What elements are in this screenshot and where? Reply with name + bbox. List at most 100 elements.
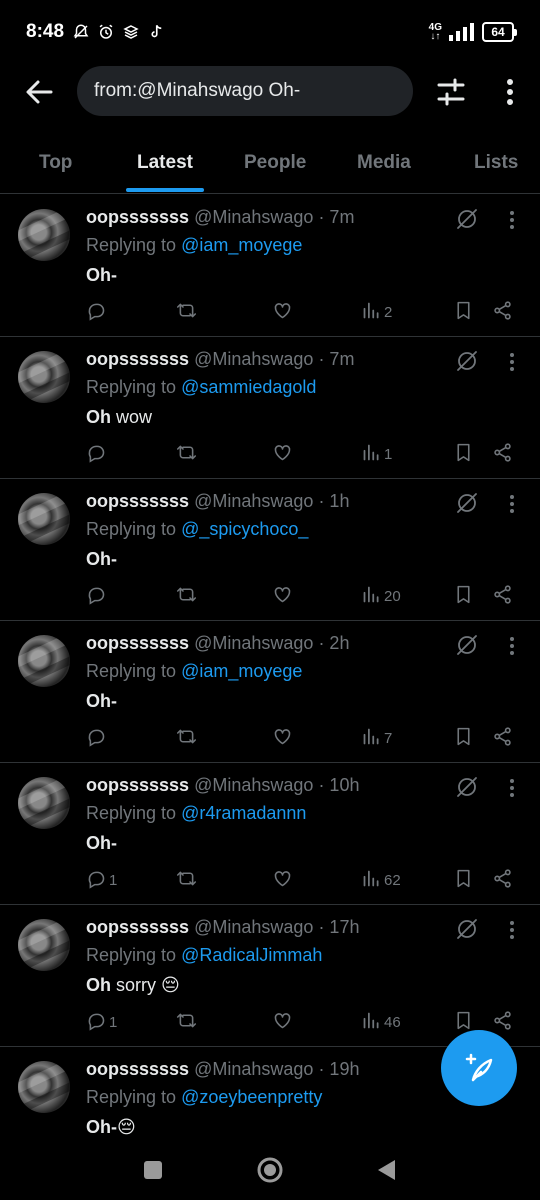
views-icon bbox=[361, 868, 382, 893]
grok-icon[interactable] bbox=[455, 491, 479, 515]
avatar[interactable] bbox=[18, 1061, 70, 1113]
tweet-more-icon[interactable] bbox=[506, 351, 518, 373]
avatar[interactable] bbox=[18, 493, 70, 545]
like-button[interactable] bbox=[272, 441, 293, 467]
tweet-more-icon[interactable] bbox=[506, 919, 518, 941]
reply-target-link[interactable]: @zoeybeenpretty bbox=[181, 1087, 322, 1107]
display-name[interactable]: oopsssssss bbox=[86, 207, 189, 227]
reply-icon bbox=[86, 300, 107, 325]
tab-people[interactable]: People bbox=[244, 152, 306, 174]
search-input[interactable]: from:@Minahswago Oh- bbox=[77, 66, 413, 116]
views-button[interactable]: 62 bbox=[361, 867, 401, 893]
display-name[interactable]: oopsssssss bbox=[86, 491, 189, 511]
reply-target-link[interactable]: @sammiedagold bbox=[181, 377, 316, 397]
share-button[interactable] bbox=[492, 867, 513, 893]
bookmark-button[interactable] bbox=[453, 441, 474, 467]
avatar[interactable] bbox=[18, 351, 70, 403]
like-button[interactable] bbox=[272, 299, 293, 325]
replying-to: Replying to @iam_moyege bbox=[86, 661, 303, 681]
retweet-button[interactable] bbox=[176, 1009, 197, 1035]
tweet-item[interactable]: oopsssssss @Minahswago · 7m Replying to … bbox=[0, 337, 540, 479]
reply-button[interactable]: 1 bbox=[86, 867, 117, 893]
grok-icon[interactable] bbox=[455, 775, 479, 799]
bookmark-button[interactable] bbox=[453, 299, 474, 325]
tweet-time: · 1h bbox=[318, 491, 350, 511]
like-button[interactable] bbox=[272, 867, 293, 893]
share-button[interactable] bbox=[492, 441, 513, 467]
back-arrow-icon[interactable] bbox=[24, 78, 54, 106]
like-button[interactable] bbox=[272, 583, 293, 609]
share-button[interactable] bbox=[492, 1009, 513, 1035]
tab-top[interactable]: Top bbox=[39, 152, 72, 174]
like-icon bbox=[272, 300, 293, 325]
tweet-more-icon[interactable] bbox=[506, 777, 518, 799]
reply-button[interactable] bbox=[86, 725, 109, 751]
share-button[interactable] bbox=[492, 725, 513, 751]
tab-lists[interactable]: Lists bbox=[474, 152, 518, 174]
views-button[interactable]: 1 bbox=[361, 441, 392, 467]
tweet-item[interactable]: oopsssssss @Minahswago · 2h Replying to … bbox=[0, 621, 540, 763]
bookmark-icon bbox=[453, 726, 474, 751]
share-icon bbox=[492, 584, 513, 609]
more-vertical-icon[interactable] bbox=[498, 76, 522, 108]
avatar[interactable] bbox=[18, 919, 70, 971]
grok-icon[interactable] bbox=[455, 349, 479, 373]
user-handle: @Minahswago bbox=[194, 917, 314, 937]
compose-button[interactable] bbox=[441, 1030, 517, 1106]
avatar[interactable] bbox=[18, 209, 70, 261]
retweet-button[interactable] bbox=[176, 299, 197, 325]
back-nav-icon[interactable] bbox=[373, 1156, 401, 1184]
display-name[interactable]: oopsssssss bbox=[86, 349, 189, 369]
views-button[interactable]: 46 bbox=[361, 1009, 401, 1035]
display-name[interactable]: oopsssssss bbox=[86, 775, 189, 795]
like-button[interactable] bbox=[272, 1009, 293, 1035]
reply-button[interactable] bbox=[86, 299, 109, 325]
grok-icon[interactable] bbox=[455, 207, 479, 231]
tweet-more-icon[interactable] bbox=[506, 209, 518, 231]
retweet-button[interactable] bbox=[176, 441, 197, 467]
reply-button[interactable] bbox=[86, 583, 109, 609]
grok-icon[interactable] bbox=[455, 633, 479, 657]
retweet-button[interactable] bbox=[176, 725, 197, 751]
home-icon[interactable] bbox=[256, 1156, 284, 1184]
bookmark-button[interactable] bbox=[453, 867, 474, 893]
tweet-more-icon[interactable] bbox=[506, 635, 518, 657]
tab-latest[interactable]: Latest bbox=[137, 152, 193, 174]
avatar[interactable] bbox=[18, 635, 70, 687]
recents-icon[interactable] bbox=[139, 1156, 167, 1184]
reply-target-link[interactable]: @r4ramadannn bbox=[181, 803, 306, 823]
reply-target-link[interactable]: @iam_moyege bbox=[181, 661, 302, 681]
bookmark-button[interactable] bbox=[453, 725, 474, 751]
tweet-more-icon[interactable] bbox=[506, 493, 518, 515]
tweet-text: Oh- bbox=[86, 549, 117, 569]
reply-count: 1 bbox=[109, 871, 118, 889]
grok-icon[interactable] bbox=[455, 917, 479, 941]
tweet-item[interactable]: oopsssssss @Minahswago · 10h Replying to… bbox=[0, 763, 540, 905]
user-handle: @Minahswago bbox=[194, 207, 314, 227]
reply-target-link[interactable]: @_spicychoco_ bbox=[181, 519, 308, 539]
views-button[interactable]: 2 bbox=[361, 299, 392, 325]
display-name[interactable]: oopsssssss bbox=[86, 633, 189, 653]
filter-icon[interactable] bbox=[436, 77, 466, 107]
tweet-item[interactable]: oopsssssss @Minahswago · 17h Replying to… bbox=[0, 905, 540, 1047]
retweet-button[interactable] bbox=[176, 867, 197, 893]
reply-button[interactable] bbox=[86, 441, 109, 467]
display-name[interactable]: oopsssssss bbox=[86, 1059, 189, 1079]
bookmark-button[interactable] bbox=[453, 583, 474, 609]
tweet-item[interactable]: oopsssssss @Minahswago · 1h Replying to … bbox=[0, 479, 540, 621]
views-button[interactable]: 7 bbox=[361, 725, 392, 751]
views-button[interactable]: 20 bbox=[361, 583, 401, 609]
reply-target-link[interactable]: @RadicalJimmah bbox=[181, 945, 322, 965]
display-name[interactable]: oopsssssss bbox=[86, 917, 189, 937]
retweet-button[interactable] bbox=[176, 583, 197, 609]
share-button[interactable] bbox=[492, 583, 513, 609]
reply-target-link[interactable]: @iam_moyege bbox=[181, 235, 302, 255]
avatar[interactable] bbox=[18, 777, 70, 829]
reply-button[interactable]: 1 bbox=[86, 1009, 117, 1035]
tweet-time: · 17h bbox=[318, 917, 360, 937]
share-icon bbox=[492, 726, 513, 751]
tab-media[interactable]: Media bbox=[357, 152, 411, 174]
like-button[interactable] bbox=[272, 725, 293, 751]
tweet-item[interactable]: oopsssssss @Minahswago · 7m Replying to … bbox=[0, 195, 540, 337]
share-button[interactable] bbox=[492, 299, 513, 325]
